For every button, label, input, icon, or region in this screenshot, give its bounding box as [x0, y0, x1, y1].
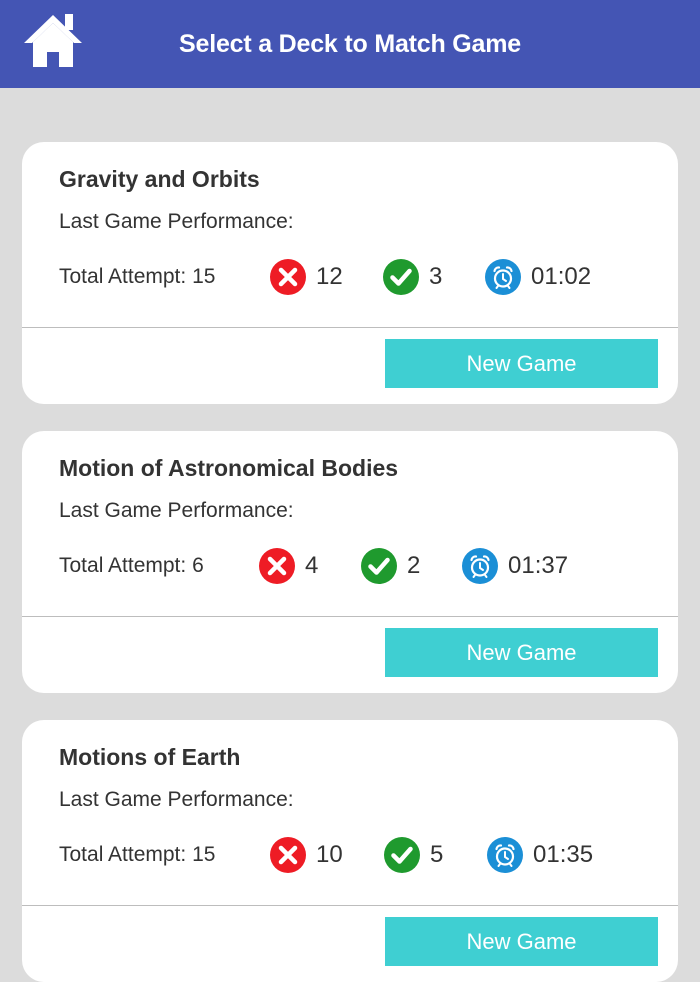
total-attempt-label: Total Attempt: 6	[59, 554, 204, 577]
check-circle-icon	[384, 837, 420, 873]
wrong-count: 12	[316, 263, 343, 290]
deck-title: Motions of Earth	[59, 744, 241, 770]
time-value: 01:37	[508, 552, 569, 579]
performance-label: Last Game Performance:	[59, 788, 294, 811]
wrong-stat: 12	[270, 259, 343, 295]
deck-title: Gravity and Orbits	[59, 166, 260, 192]
correct-count: 5	[430, 841, 444, 868]
wrong-count: 4	[305, 552, 319, 579]
deck-card-motion-of-astronomical-bodies: Motion of Astronomical Bodies Last Game …	[22, 431, 678, 693]
x-circle-icon	[270, 259, 306, 295]
alarm-clock-icon	[487, 837, 523, 873]
performance-label: Last Game Performance:	[59, 499, 294, 522]
deck-title: Motion of Astronomical Bodies	[59, 455, 399, 481]
correct-stat: 5	[384, 837, 443, 873]
deck-card-gravity-and-orbits: Gravity and Orbits Last Game Performance…	[22, 142, 678, 404]
wrong-stat: 4	[259, 548, 318, 584]
x-circle-icon	[259, 548, 295, 584]
card-divider	[22, 327, 678, 328]
card-divider	[22, 905, 678, 906]
time-stat: 01:37	[462, 548, 568, 584]
alarm-clock-icon	[462, 548, 498, 584]
deck-card-motions-of-earth: Motions of Earth Last Game Performance: …	[22, 720, 678, 982]
correct-count: 3	[429, 263, 443, 290]
time-stat: 01:02	[485, 259, 591, 295]
page-title: Select a Deck to Match Game	[179, 30, 521, 58]
app-header: Select a Deck to Match Game	[0, 0, 700, 88]
check-circle-icon	[361, 548, 397, 584]
new-game-button[interactable]: New Game	[385, 339, 658, 388]
correct-stat: 3	[383, 259, 442, 295]
time-value: 01:35	[533, 841, 594, 868]
x-circle-icon	[270, 837, 306, 873]
total-attempt-label: Total Attempt: 15	[59, 265, 216, 288]
correct-stat: 2	[361, 548, 420, 584]
wrong-count: 10	[316, 841, 343, 868]
wrong-stat: 10	[270, 837, 343, 873]
alarm-clock-icon	[485, 259, 521, 295]
performance-label: Last Game Performance:	[59, 210, 294, 233]
check-circle-icon	[383, 259, 419, 295]
new-game-button[interactable]: New Game	[385, 917, 658, 966]
card-divider	[22, 616, 678, 617]
total-attempt-label: Total Attempt: 15	[59, 843, 216, 866]
new-game-button[interactable]: New Game	[385, 628, 658, 677]
time-value: 01:02	[531, 263, 592, 290]
correct-count: 2	[407, 552, 421, 579]
time-stat: 01:35	[487, 837, 593, 873]
